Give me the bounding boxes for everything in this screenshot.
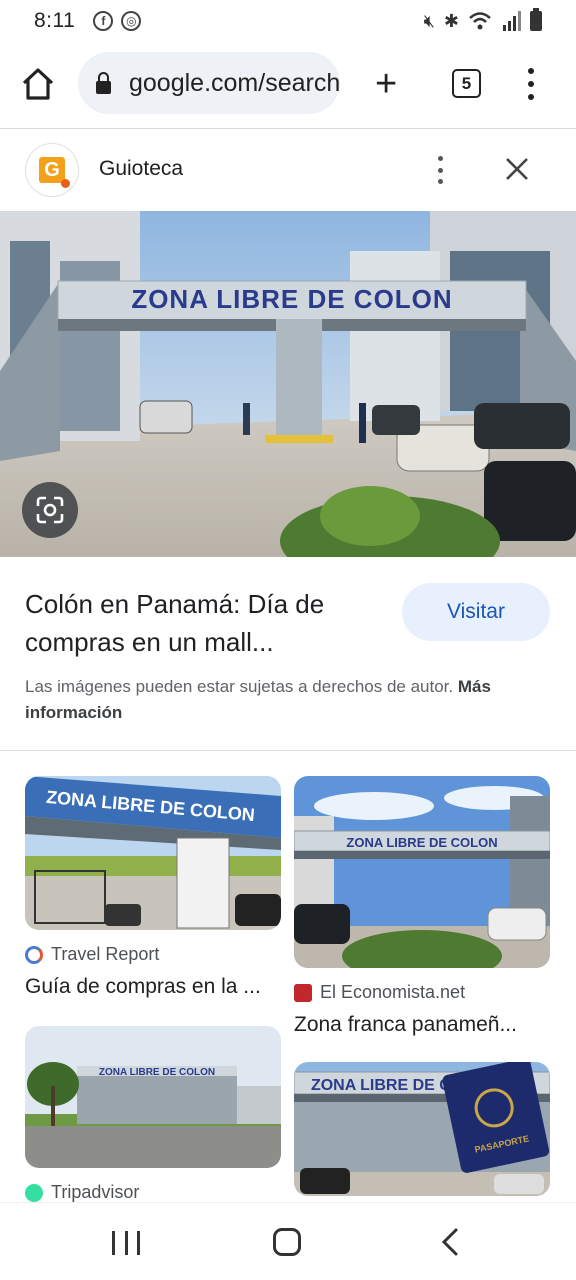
system-nav-bar [0,1202,576,1280]
related-source: El Economista.net [320,982,466,1002]
wifi-icon [469,12,491,30]
related-image[interactable]: ZONA LIBRE DE COLON [25,1026,281,1168]
related-image[interactable]: ZONA LIBRE DE COLON [294,776,550,968]
site-logo[interactable]: G [25,143,79,197]
status-time: 8:11 [34,9,76,32]
home-icon[interactable] [20,66,56,102]
hero-image[interactable]: ZONA LIBRE DE COLON [0,211,576,557]
related-title[interactable]: Zona franca panameñ... [294,1013,550,1037]
tab-switcher-button[interactable]: 5 [452,69,481,98]
related-card[interactable]: ZONA LIBRE DE COLON PASAPORTE [294,1062,550,1196]
browser-menu-icon[interactable] [521,68,541,100]
url-bar[interactable]: google.com/search [78,52,340,114]
guioteca-logo-icon: G [39,157,70,188]
facebook-icon: f [93,11,114,31]
url-text: google.com/search [129,68,340,97]
toolbar-divider [0,128,576,129]
browser-toolbar: google.com/search + 5 [0,50,576,118]
battery-icon [530,8,542,31]
lens-icon [36,496,64,524]
mute-icon: 🔇︎ [423,10,435,31]
copyright-text: Las imágenes pueden estar sujetas a dere… [25,677,454,696]
signal-icon [503,11,521,31]
google-lens-button[interactable] [22,482,78,538]
lock-icon [96,71,111,94]
visit-button[interactable]: Visitar [402,583,550,641]
related-sign-text: ZONA LIBRE DE COLON [346,835,497,850]
related-source: Travel Report [51,944,160,964]
back-icon[interactable] [436,1227,464,1257]
related-source: Tripadvisor [51,1182,140,1202]
travel-report-icon [25,945,43,964]
el-economista-icon [294,983,312,1002]
new-tab-button[interactable]: + [375,65,397,103]
site-header: G Guioteca [0,130,576,210]
site-name[interactable]: Guioteca [99,157,183,181]
status-bar: 8:11 f ◎ 🔇︎ ✱ [0,0,576,42]
close-icon[interactable] [504,156,530,182]
related-title[interactable]: Guía de compras en la ... [25,975,281,999]
copyright-notice: Las imágenes pueden estar sujetas a dere… [25,674,505,726]
related-image[interactable]: ZONA LIBRE DE COLON [25,776,281,930]
hero-sign-text: ZONA LIBRE DE COLON [131,284,452,314]
related-card[interactable]: ZONA LIBRE DE COLON Tripadvisor [25,1026,281,1203]
related-card[interactable]: ZONA LIBRE DE COLON El Economista.net Zo… [294,776,550,1037]
home-nav-icon[interactable] [273,1228,301,1256]
bluetooth-icon: ✱ [443,10,459,31]
recent-apps-icon[interactable] [112,1231,140,1255]
more-options-icon[interactable] [436,156,444,184]
sync-icon: ◎ [121,11,142,31]
section-divider [0,750,576,751]
related-image[interactable]: ZONA LIBRE DE COLON PASAPORTE [294,1062,550,1196]
tripadvisor-icon [25,1183,43,1202]
related-card[interactable]: ZONA LIBRE DE COLON Travel Report Guía d… [25,776,281,999]
result-title[interactable]: Colón en Panamá: Día de compras en un ma… [25,585,385,661]
